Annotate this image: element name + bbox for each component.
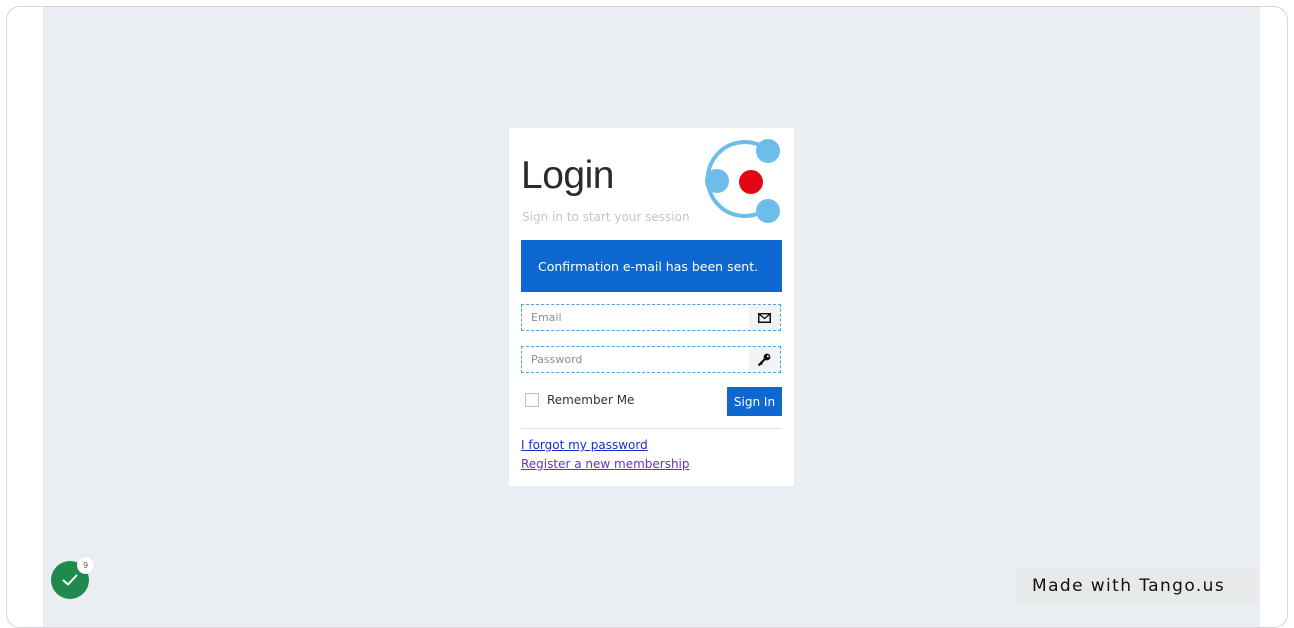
sign-in-button[interactable]: Sign In [727, 387, 782, 416]
remember-me-checkbox[interactable] [525, 393, 539, 407]
tango-watermark: Made with Tango.us [1016, 567, 1259, 603]
forgot-password-link[interactable]: I forgot my password [521, 438, 648, 452]
password-input[interactable] [522, 347, 756, 372]
remember-me[interactable]: Remember Me [525, 393, 634, 407]
register-link[interactable]: Register a new membership [521, 457, 690, 471]
envelope-icon [749, 305, 780, 330]
badge-count: 9 [77, 557, 94, 574]
confirmation-alert: Confirmation e-mail has been sent. [521, 240, 782, 292]
divider [521, 428, 782, 429]
key-icon [749, 347, 780, 372]
remember-me-label: Remember Me [547, 393, 635, 407]
login-card: Login Sign in to start your session Conf… [509, 128, 794, 486]
email-input[interactable] [522, 305, 756, 330]
brand-logo [705, 139, 780, 223]
browser-frame: Login Sign in to start your session Conf… [6, 6, 1288, 628]
page-title: Login [521, 154, 614, 197]
page-viewport: Login Sign in to start your session Conf… [43, 7, 1260, 627]
email-field-group [521, 304, 781, 331]
progress-badge[interactable]: 9 [51, 557, 94, 599]
login-subtitle: Sign in to start your session [522, 210, 690, 224]
password-field-group [521, 346, 781, 373]
